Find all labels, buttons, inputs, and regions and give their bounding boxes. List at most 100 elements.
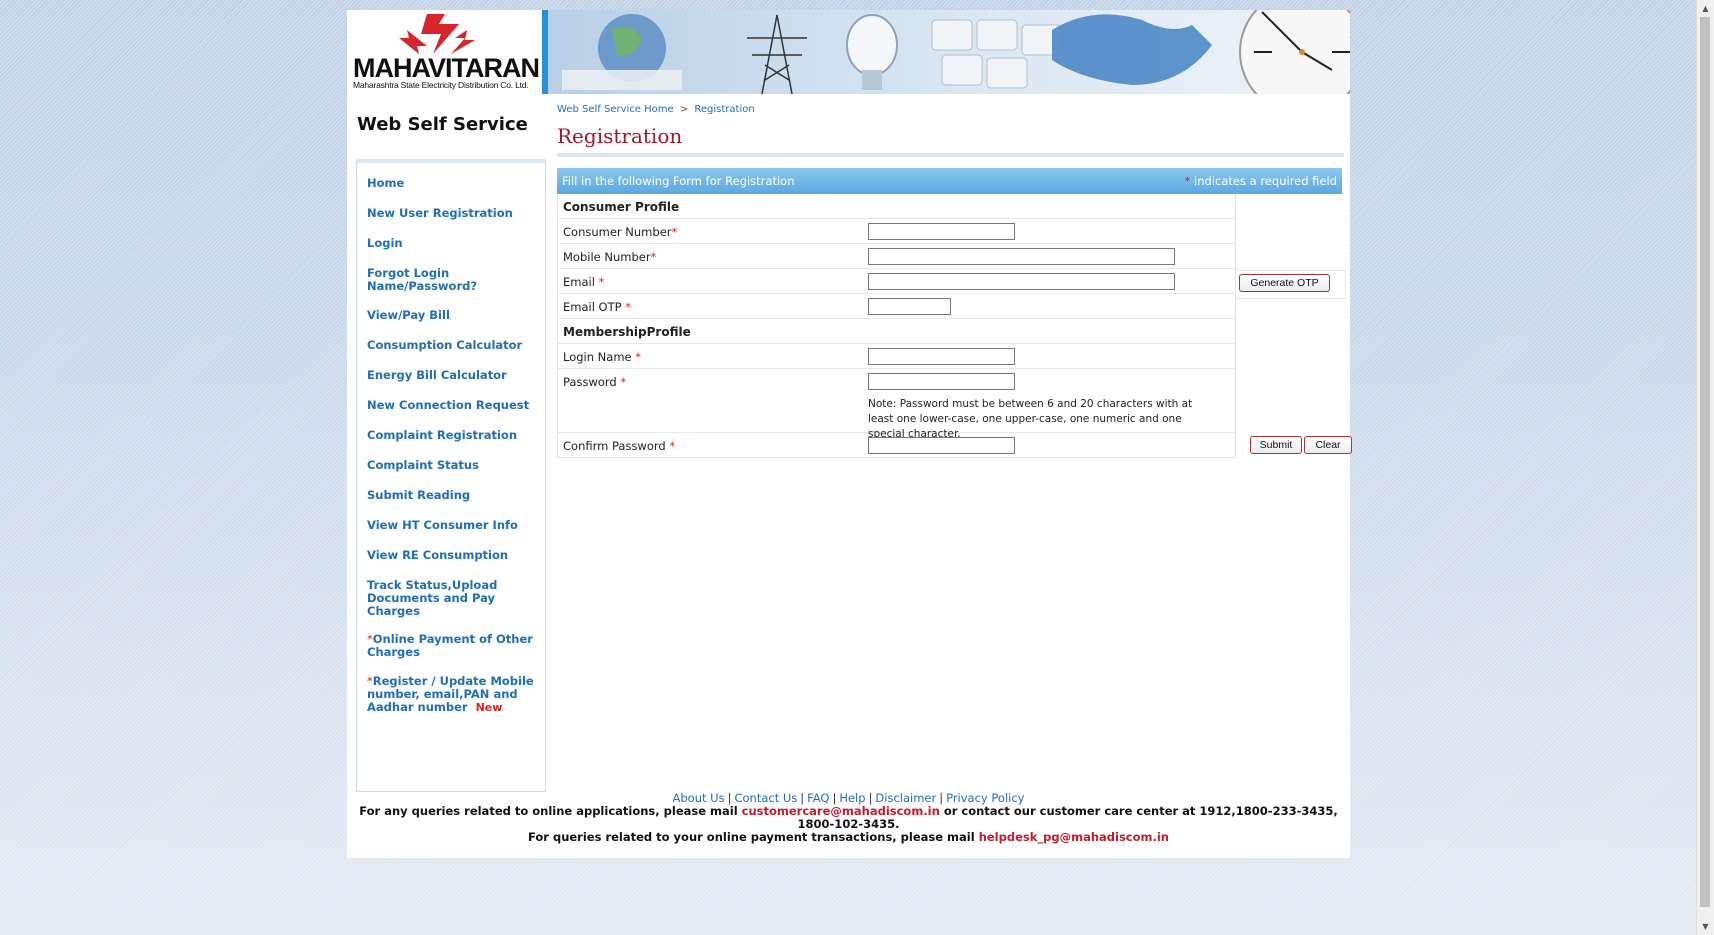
sidebar-item-home[interactable]: Home — [367, 177, 539, 190]
required-field-text: indicates a required field — [1190, 174, 1337, 188]
email-row: Email * — [558, 269, 1235, 294]
consumer-number-field[interactable] — [868, 223, 1015, 240]
field-label-text: Login Name — [563, 350, 636, 364]
consumer-number-row: Consumer Number* — [558, 219, 1235, 244]
required-marker: * — [635, 350, 642, 364]
section-heading: Consumer Profile — [563, 200, 680, 214]
banner-illustration — [542, 10, 1350, 94]
email-otp-field[interactable] — [868, 298, 951, 315]
email-label: Email * — [563, 275, 604, 289]
footer-link-about-us[interactable]: About Us — [673, 791, 725, 805]
footer-payment-line: For queries related to your online payme… — [347, 831, 1350, 844]
section-heading: MembershipProfile — [563, 325, 691, 339]
link-separator: | — [832, 791, 837, 805]
field-label-text: Consumer Number — [563, 225, 672, 239]
scroll-up-arrow-icon[interactable]: ▲ — [1697, 0, 1714, 17]
footer-link-privacy-policy[interactable]: Privacy Policy — [946, 791, 1024, 805]
link-separator: | — [939, 791, 944, 805]
sidebar-nav: Home New User Registration Login Forgot … — [356, 159, 546, 792]
registration-form: Consumer Profile Consumer Number* Mobile… — [557, 194, 1236, 458]
sidebar-item-login[interactable]: Login — [367, 237, 539, 250]
sidebar-item-view-ht-consumer-info[interactable]: View HT Consumer Info — [367, 519, 539, 532]
field-label-text: Email OTP — [563, 300, 626, 314]
required-marker: * — [620, 375, 627, 389]
sidebar-item-register-update-mobile[interactable]: *Register / Update Mobile number, email,… — [367, 674, 539, 715]
vertical-scrollbar[interactable]: ▲ ▼ — [1696, 0, 1714, 935]
helpdesk-email-link[interactable]: helpdesk_pg@mahadiscom.in — [979, 830, 1169, 844]
page-title: Registration — [557, 124, 683, 148]
customercare-email-link[interactable]: customercare@mahadiscom.in — [742, 804, 940, 818]
footer-link-disclaimer[interactable]: Disclaimer — [875, 791, 936, 805]
new-badge: New — [475, 701, 503, 714]
page-container: MAHAVITARAN Maharashtra State Electricit… — [347, 10, 1352, 858]
field-label-text: Email — [563, 275, 599, 289]
required-marker: * — [669, 439, 676, 453]
consumer-profile-section: Consumer Profile — [558, 194, 1235, 219]
sidebar-item-label: Online Payment of Other Charges — [367, 632, 533, 659]
footer: About Us | Contact Us | FAQ | Help | Disclaimer |… — [347, 792, 1350, 844]
password-label: Password * — [563, 375, 626, 389]
generate-otp-button[interactable]: Generate OTP — [1239, 274, 1330, 292]
footer-text: For queries related to your online payme… — [528, 830, 979, 844]
password-row: Password * Note: Password must be betwee… — [558, 369, 1235, 440]
login-name-label: Login Name * — [563, 350, 641, 364]
required-field-note: * indicates a required field — [1185, 174, 1337, 188]
link-separator: | — [727, 791, 732, 805]
field-label-text: Mobile Number — [563, 250, 651, 264]
sidebar-item-new-connection-request[interactable]: New Connection Request — [367, 399, 539, 412]
mobile-number-label: Mobile Number* — [563, 250, 656, 264]
footer-link-contact-us[interactable]: Contact Us — [734, 791, 797, 805]
field-label-text: Password — [563, 375, 621, 389]
consumer-number-label: Consumer Number* — [563, 225, 677, 239]
confirm-password-field[interactable] — [868, 437, 1015, 454]
title-divider — [557, 153, 1344, 157]
scrollbar-thumb[interactable] — [1700, 17, 1710, 907]
sidebar-item-view-re-consumption[interactable]: View RE Consumption — [367, 549, 539, 562]
field-label-text: Confirm Password — [563, 439, 670, 453]
membership-profile-section: MembershipProfile — [558, 319, 1235, 344]
required-marker: * — [625, 300, 631, 314]
form-header-bar: Fill in the following Form for Registrat… — [557, 168, 1342, 194]
login-name-row: Login Name * — [558, 344, 1235, 369]
confirm-password-label: Confirm Password * — [563, 439, 675, 453]
email-field[interactable] — [868, 273, 1175, 290]
link-separator: | — [800, 791, 805, 805]
sidebar-item-complaint-status[interactable]: Complaint Status — [367, 459, 539, 472]
breadcrumb-home-link[interactable]: Web Self Service Home — [557, 104, 674, 115]
sidebar-item-forgot-login[interactable]: Forgot Login Name/Password? — [367, 267, 539, 293]
footer-support-line: For any queries related to online applic… — [347, 805, 1350, 831]
scroll-down-arrow-icon[interactable]: ▼ — [1697, 918, 1714, 935]
required-marker: * — [650, 250, 657, 264]
breadcrumb-current: Registration — [694, 104, 755, 115]
footer-text: For any queries related to online applic… — [359, 804, 742, 818]
required-marker: * — [598, 275, 605, 289]
link-separator: | — [868, 791, 873, 805]
email-otp-row: Email OTP * — [558, 294, 1235, 319]
confirm-password-row: Confirm Password * — [558, 433, 1235, 457]
sidebar-item-online-payment-other-charges[interactable]: *Online Payment of Other Charges — [367, 633, 539, 659]
submit-button[interactable]: Submit — [1250, 436, 1302, 454]
required-marker: * — [671, 225, 678, 239]
clear-button[interactable]: Clear — [1304, 436, 1352, 454]
sidebar-item-track-status[interactable]: Track Status,Upload Documents and Pay Ch… — [367, 579, 539, 618]
breadcrumb: Web Self Service Home > Registration — [557, 104, 755, 115]
footer-link-faq[interactable]: FAQ — [807, 791, 829, 805]
email-otp-label: Email OTP * — [563, 300, 631, 314]
logo-subtitle: Maharashtra State Electricity Distributi… — [353, 80, 529, 90]
mobile-number-field[interactable] — [868, 248, 1175, 265]
sidebar-item-energy-bill-calculator[interactable]: Energy Bill Calculator — [367, 369, 539, 382]
site-title: Web Self Service — [357, 114, 528, 135]
sidebar-item-new-user-registration[interactable]: New User Registration — [367, 207, 539, 220]
sidebar-item-view-pay-bill[interactable]: View/Pay Bill — [367, 309, 539, 322]
sidebar-item-submit-reading[interactable]: Submit Reading — [367, 489, 539, 502]
footer-link-help[interactable]: Help — [839, 791, 865, 805]
login-name-field[interactable] — [868, 348, 1015, 365]
mahavitaran-logo[interactable]: MAHAVITARAN Maharashtra State Electricit… — [347, 10, 542, 94]
form-instructions: Fill in the following Form for Registrat… — [562, 174, 795, 188]
mobile-number-row: Mobile Number* — [558, 244, 1235, 269]
sidebar-item-consumption-calculator[interactable]: Consumption Calculator — [367, 339, 539, 352]
generate-otp-cell: Generate OTP — [1235, 270, 1346, 299]
sidebar-item-complaint-registration[interactable]: Complaint Registration — [367, 429, 539, 442]
password-field[interactable] — [868, 373, 1015, 390]
sidebar-item-label: Register / Update Mobile number, email,P… — [367, 674, 534, 714]
